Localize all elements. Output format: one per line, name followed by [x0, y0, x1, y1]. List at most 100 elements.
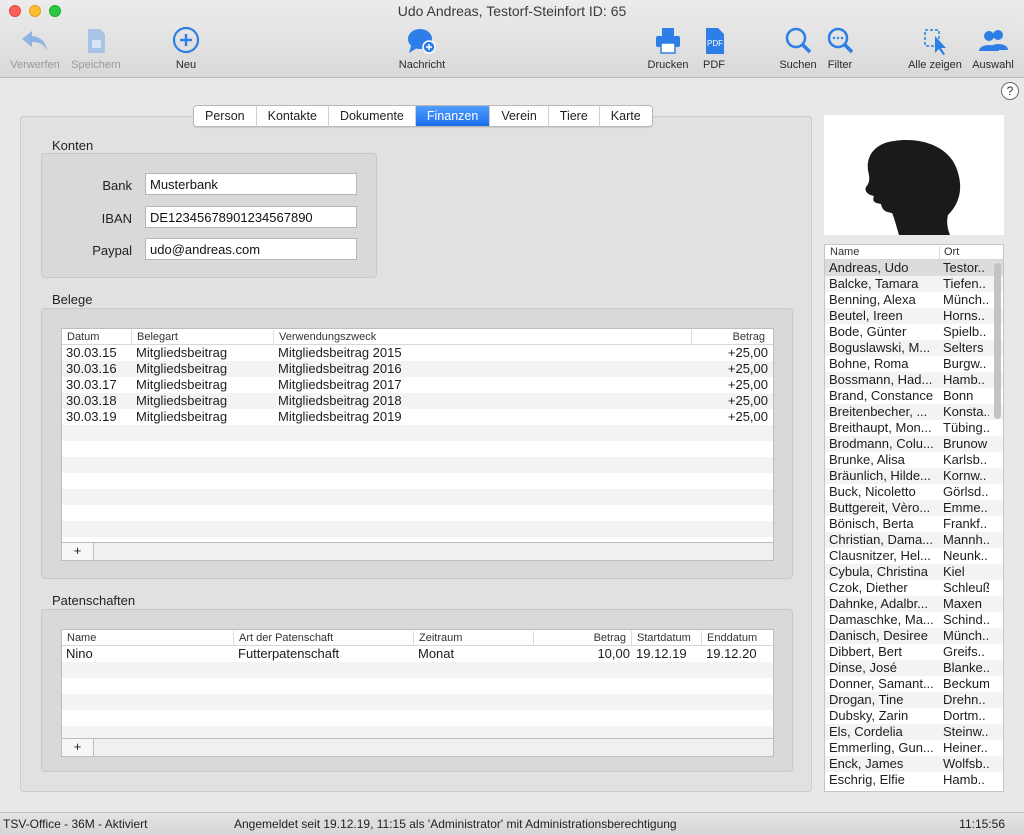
pdf-button[interactable]: PDF PDF: [679, 26, 749, 76]
person-name: Drogan, Tine: [829, 692, 904, 707]
tab-verein[interactable]: Verein: [490, 106, 549, 126]
list-item[interactable]: Balcke, Tamara Tiefen..: [825, 276, 1003, 292]
tab-person[interactable]: Person: [194, 106, 257, 126]
list-item[interactable]: Beutel, Ireen Horns..: [825, 308, 1003, 324]
person-name: Czok, Diether: [829, 580, 908, 595]
tab-kontakte[interactable]: Kontakte: [256, 106, 329, 126]
list-item[interactable]: Enck, James Wolfsb..: [825, 756, 1003, 772]
person-name: Els, Cordelia: [829, 724, 903, 739]
column-header[interactable]: Art der Patenschaft: [234, 631, 414, 645]
list-item[interactable]: Donner, Samant... Beckum: [825, 676, 1003, 692]
column-header[interactable]: Verwendungszweck: [274, 330, 692, 344]
sponsorships-table: Name Art der Patenschaft Zeitraum Betrag…: [61, 629, 774, 757]
column-header[interactable]: Startdatum: [632, 631, 702, 645]
list-item[interactable]: Brunke, Alisa Karlsb..: [825, 452, 1003, 468]
table-row[interactable]: 30.03.17 Mitgliedsbeitrag Mitgliedsbeitrag…: [62, 377, 773, 393]
column-header[interactable]: Betrag: [692, 330, 770, 344]
person-city: Schind..: [943, 612, 989, 627]
table-row[interactable]: 30.03.15 Mitgliedsbeitrag Mitgliedsbeitrag…: [62, 345, 773, 361]
person-name: Eschrig, Elfie: [829, 772, 905, 787]
list-item[interactable]: Christian, Dama... Mannh..: [825, 532, 1003, 548]
people-list-scrollbar[interactable]: [994, 263, 1001, 419]
message-button[interactable]: Nachricht: [387, 26, 457, 76]
list-item[interactable]: Brand, Constance Bonn: [825, 388, 1003, 404]
column-header[interactable]: Enddatum: [702, 631, 774, 645]
new-button[interactable]: Neu: [151, 26, 221, 76]
list-item[interactable]: Damaschke, Ma... Schind..: [825, 612, 1003, 628]
selection-button[interactable]: Auswahl: [958, 26, 1024, 76]
list-item[interactable]: Buttgereit, Vèro... Emme..: [825, 500, 1003, 516]
filter-button[interactable]: Filter: [805, 26, 875, 76]
paypal-field[interactable]: [145, 238, 357, 260]
list-item[interactable]: Danisch, Desiree Münch..: [825, 628, 1003, 644]
list-item[interactable]: Cybula, Christina Kiel: [825, 564, 1003, 580]
table-cell: Futterpatenschaft: [238, 646, 340, 661]
column-header[interactable]: Datum: [62, 330, 132, 344]
list-item[interactable]: Buck, Nicoletto Görlsd..: [825, 484, 1003, 500]
save-document-icon: [88, 29, 105, 53]
person-city: Kornw..: [943, 468, 987, 483]
list-item[interactable]: Breitenbecher, ... Konsta..: [825, 404, 1003, 420]
list-item[interactable]: Emmerling, Gun... Heiner..: [825, 740, 1003, 756]
tab-bar: Person Kontakte Dokumente Finanzen Verei…: [193, 105, 653, 127]
column-header[interactable]: Name: [62, 631, 234, 645]
save-button[interactable]: Speichern: [61, 26, 131, 76]
person-name: Beutel, Ireen: [829, 308, 903, 323]
table-cell: Mitgliedsbeitrag 2017: [278, 377, 402, 392]
list-item[interactable]: Brodmann, Colu... Brunow: [825, 436, 1003, 452]
add-sponsorship-button[interactable]: +: [62, 739, 94, 756]
table-cell: 30.03.17: [66, 377, 117, 392]
table-row[interactable]: 30.03.19 Mitgliedsbeitrag Mitgliedsbeitrag…: [62, 409, 773, 425]
svg-text:PDF: PDF: [707, 39, 723, 48]
column-header[interactable]: Ort: [944, 246, 959, 259]
column-header[interactable]: Zeitraum: [414, 631, 534, 645]
column-header[interactable]: Name: [830, 246, 859, 259]
list-item[interactable]: Andreas, Udo Testor..: [825, 260, 1003, 276]
person-photo[interactable]: [824, 115, 1004, 235]
list-item[interactable]: Bossmann, Had... Hamb..: [825, 372, 1003, 388]
tab-karte[interactable]: Karte: [599, 106, 652, 126]
tab-finanzen[interactable]: Finanzen: [415, 106, 491, 126]
table-cell: Mitgliedsbeitrag 2015: [278, 345, 402, 360]
list-item[interactable]: Bräunlich, Hilde... Kornw..: [825, 468, 1003, 484]
list-item[interactable]: Czok, Diether Schleuß: [825, 580, 1003, 596]
tab-dokumente[interactable]: Dokumente: [328, 106, 416, 126]
tab-tiere[interactable]: Tiere: [548, 106, 600, 126]
table-cell: +25,00: [727, 409, 768, 424]
list-item[interactable]: Clausnitzer, Hel... Neunk..: [825, 548, 1003, 564]
person-name: Boguslawski, M...: [829, 340, 931, 355]
person-city: Görlsd..: [943, 484, 989, 499]
table-cell: Mitgliedsbeitrag: [136, 377, 228, 392]
column-header[interactable]: Betrag: [534, 631, 632, 645]
list-item[interactable]: Bode, Günter Spielb..: [825, 324, 1003, 340]
bank-field[interactable]: [145, 173, 357, 195]
iban-label: IBAN: [101, 211, 132, 226]
help-button[interactable]: ?: [1001, 82, 1019, 100]
table-cell: Nino: [66, 646, 93, 661]
list-item[interactable]: Dibbert, Bert Greifs..: [825, 644, 1003, 660]
toolbar: Udo Andreas, Testorf-Steinfort ID: 65 Ve…: [0, 0, 1024, 78]
list-item[interactable]: Benning, Alexa Münch..: [825, 292, 1003, 308]
column-header[interactable]: Belegart: [132, 330, 274, 344]
list-item[interactable]: Drogan, Tine Drehn..: [825, 692, 1003, 708]
sponsorships-table-footer: +: [62, 738, 773, 756]
list-item[interactable]: Dinse, José Blanke..: [825, 660, 1003, 676]
add-receipt-button[interactable]: +: [62, 543, 94, 560]
empty-row: [62, 425, 773, 441]
list-item[interactable]: Breithaupt, Mon... Tübing..: [825, 420, 1003, 436]
discard-button[interactable]: Verwerfen: [0, 26, 70, 76]
table-row[interactable]: 30.03.16 Mitgliedsbeitrag Mitgliedsbeitrag…: [62, 361, 773, 377]
list-item[interactable]: Bönisch, Berta Frankf..: [825, 516, 1003, 532]
receipts-rows: 30.03.15 Mitgliedsbeitrag Mitgliedsbeitrag…: [62, 345, 773, 537]
list-item[interactable]: Els, Cordelia Steinw..: [825, 724, 1003, 740]
list-item[interactable]: Boguslawski, M... Selters: [825, 340, 1003, 356]
list-item[interactable]: Eschrig, Elfie Hamb..: [825, 772, 1003, 788]
table-row[interactable]: 30.03.18 Mitgliedsbeitrag Mitgliedsbeitrag…: [62, 393, 773, 409]
person-city: Hamb..: [943, 372, 985, 387]
list-item[interactable]: Bohne, Roma Burgw..: [825, 356, 1003, 372]
accounts-section-title: Konten: [52, 138, 94, 153]
table-row[interactable]: Nino Futterpatenschaft Monat 10,00 19.12.19 1…: [62, 646, 773, 662]
list-item[interactable]: Dahnke, Adalbr... Maxen: [825, 596, 1003, 612]
list-item[interactable]: Dubsky, Zarin Dortm..: [825, 708, 1003, 724]
iban-field[interactable]: [145, 206, 357, 228]
